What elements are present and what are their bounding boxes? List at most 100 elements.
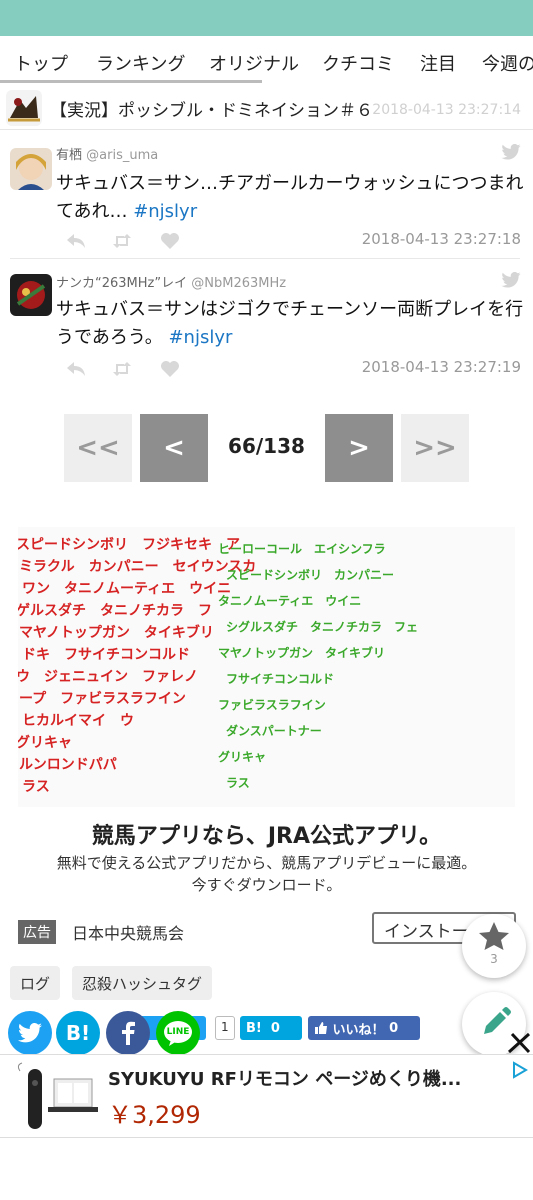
- nav-tab-weekly[interactable]: 今週の: [482, 50, 533, 76]
- twitter-bird-icon: [501, 143, 521, 160]
- ad-collage-green-line: シグルスダチ タニノチカラ フェ: [226, 619, 418, 634]
- product-title[interactable]: SYUKUYU RFリモコン ページめくり機...: [108, 1065, 508, 1091]
- hatena-icon: B!: [65, 1021, 91, 1045]
- author-handle: @aris_uma: [86, 148, 159, 163]
- ad-desc-line: 今すぐダウンロード。: [191, 876, 342, 894]
- prev-page-button[interactable]: <: [140, 414, 208, 482]
- first-page-button[interactable]: <<: [64, 414, 132, 482]
- nav-tab-featured[interactable]: 注目: [420, 50, 456, 76]
- tweet-date[interactable]: 2018-04-13 23:27:18: [362, 230, 521, 248]
- favorite-count: 3: [490, 952, 498, 966]
- tweet-body: サキュバス＝サン…チアガールカーウォッシュにつつまれてあれ…: [56, 173, 524, 222]
- bottom-ad-banner[interactable]: SYUKUYU RFリモコン ページめくり機... ￥3,299: [0, 1054, 533, 1138]
- ad-banner-image[interactable]: スピードシンボリ フジキセキ アミラクル カンパニー セイウンスカ ワン タニノム…: [18, 527, 515, 807]
- line-label: LINE: [166, 1027, 190, 1037]
- user-avatar[interactable]: [10, 148, 52, 190]
- category-nav: トップ ランキング オリジナル クチコミ 注目 今週の: [0, 36, 533, 84]
- nav-tab-kuchikomi[interactable]: クチコミ: [322, 50, 394, 76]
- user-avatar[interactable]: [10, 274, 52, 316]
- ad-collage-red-line: ヒカルイマイ ウ: [22, 713, 134, 729]
- facebook-icon: [122, 1021, 135, 1045]
- ad-description: 無料で使える公式アプリだから、競馬アプリデビューに最適。 今すぐダウンロード。: [0, 852, 533, 896]
- hashtag-link[interactable]: #njslyr: [133, 201, 197, 222]
- twitter-share-button[interactable]: [8, 1011, 52, 1055]
- tag-chip-log[interactable]: ログ: [10, 966, 61, 1000]
- ad-collage-red-line: ウ ジェニュイン ファレノ: [18, 669, 198, 685]
- tweet-actions: [66, 232, 196, 250]
- like-heart-icon[interactable]: [160, 232, 180, 250]
- ad-sponsor: 日本中央競馬会: [72, 924, 185, 943]
- nav-active-indicator: [0, 80, 262, 83]
- tweet-actions: [66, 360, 196, 378]
- ad-collage-green-line: グリキャ: [218, 749, 266, 764]
- ad-collage-green-line: タニノムーティエ ウイニ: [218, 594, 361, 608]
- hatena-label: B!: [246, 1020, 262, 1036]
- ad-text-collage: スピードシンボリ フジキセキ アミラクル カンパニー セイウンスカワン タニノム…: [18, 537, 418, 795]
- ad-label-badge: 広告: [18, 920, 56, 944]
- line-share-button[interactable]: LINE: [156, 1011, 200, 1055]
- facebook-like-box[interactable]: いいね！ 0: [308, 1016, 420, 1040]
- like-heart-icon[interactable]: [160, 360, 180, 378]
- tag-chip-hashtag[interactable]: 忍殺ハッシュタグ: [72, 966, 213, 1000]
- ad-collage-red-line: マヤノトップガン タイキブリ: [19, 624, 214, 641]
- ad-collage-red-line: ドキ フサイチコンコルド: [22, 647, 190, 663]
- product-image: [17, 1062, 98, 1129]
- last-page-button[interactable]: >>: [401, 414, 469, 482]
- ad-collage-red-line: ープ ファビラスラフイン: [19, 691, 186, 707]
- divider: [10, 258, 520, 259]
- ad-collage-red-line: ミラクル カンパニー セイウンスカ: [19, 559, 256, 575]
- facebook-share-button[interactable]: [106, 1011, 150, 1055]
- favorite-fab[interactable]: 3: [462, 914, 526, 978]
- nav-tab-top[interactable]: トップ: [14, 50, 68, 76]
- thumbs-up-icon: [315, 1022, 327, 1034]
- ad-collage-green-line: ダンスパートナー: [226, 723, 322, 738]
- tweet-author[interactable]: 有栖 @aris_uma: [56, 144, 158, 163]
- ad-collage-green-line: フサイチコンコルド: [226, 672, 334, 686]
- like-label: いいね！: [332, 1022, 385, 1038]
- thread-header: 【実況】ポッシブル・ドミネイション＃６ 2018-04-13 23:27:14: [0, 86, 533, 130]
- twitter-icon: [18, 1023, 42, 1043]
- adchoices-icon[interactable]: [511, 1061, 529, 1079]
- thread-title[interactable]: 【実況】ポッシブル・ドミネイション＃６: [50, 96, 373, 121]
- star-icon: [479, 922, 509, 950]
- ad-title[interactable]: 競馬アプリなら、JRA公式アプリ。: [0, 818, 533, 850]
- author-name: ナンカ“263MHz”レイ: [56, 276, 188, 291]
- like-count: 0: [389, 1020, 399, 1036]
- author-handle: @NbM263MHz: [191, 276, 287, 291]
- close-ad-icon[interactable]: [506, 1030, 532, 1056]
- thread-avatar: [6, 90, 42, 126]
- tweet-date[interactable]: 2018-04-13 23:27:19: [362, 358, 521, 376]
- ad-collage-green-line: ヒーローコール エイシンフラ: [218, 542, 386, 556]
- tweet-author[interactable]: ナンカ“263MHz”レイ @NbM263MHz: [56, 272, 286, 291]
- tweet-body: サキュバス＝サンはジゴクでチェーンソー両断プレイを行うであろう。: [56, 299, 524, 348]
- ad-collage-green-line: ファビラスラフイン: [218, 697, 326, 712]
- hatena-share-button[interactable]: B!: [56, 1011, 100, 1055]
- retweet-icon[interactable]: [112, 232, 132, 250]
- ad-desc-line: 無料で使える公式アプリだから、競馬アプリデビューに最適。: [56, 854, 477, 872]
- ad-collage-green-line: マヤノトップガン タイキブリ: [218, 645, 385, 660]
- product-price: ￥3,299: [108, 1101, 201, 1129]
- tweet-text: サキュバス＝サンはジゴクでチェーンソー両断プレイを行うであろう。 #njslyr: [56, 296, 526, 352]
- retweet-icon[interactable]: [112, 360, 132, 378]
- ad-collage-red-line: ルンロンドパパ: [19, 757, 117, 773]
- nav-tab-original[interactable]: オリジナル: [209, 50, 299, 76]
- ad-collage-red-line: グリキャ: [18, 734, 72, 751]
- ad-collage-green-line: スピードシンボリ カンパニー: [226, 567, 394, 582]
- hatena-count: 0: [270, 1020, 280, 1036]
- page-counter: 66/138: [228, 434, 305, 458]
- hashtag-link[interactable]: #njslyr: [168, 327, 232, 348]
- thread-date: 2018-04-13 23:27:14: [372, 102, 521, 118]
- author-name: 有栖: [56, 148, 83, 163]
- next-page-button[interactable]: >: [325, 414, 393, 482]
- hatena-bookmark-box[interactable]: B! 0: [240, 1016, 302, 1040]
- reply-icon[interactable]: [66, 360, 86, 378]
- ad-collage-red-line: ワン タニノムーティエ ウイニ: [22, 581, 231, 597]
- tweet-text: サキュバス＝サン…チアガールカーウォッシュにつつまれてあれ… #njslyr: [56, 170, 526, 226]
- ad-collage-red-line: ラス: [22, 779, 50, 795]
- ad-collage-red-line: スピードシンボリ フジキセキ ア: [18, 537, 240, 553]
- reply-icon[interactable]: [66, 232, 86, 250]
- ad-collage-red-line: ゲルスダチ タニノチカラ フ: [18, 602, 212, 619]
- nav-tab-ranking[interactable]: ランキング: [96, 50, 185, 76]
- top-bar: [0, 0, 533, 36]
- twitter-share-count: 1: [215, 1016, 235, 1040]
